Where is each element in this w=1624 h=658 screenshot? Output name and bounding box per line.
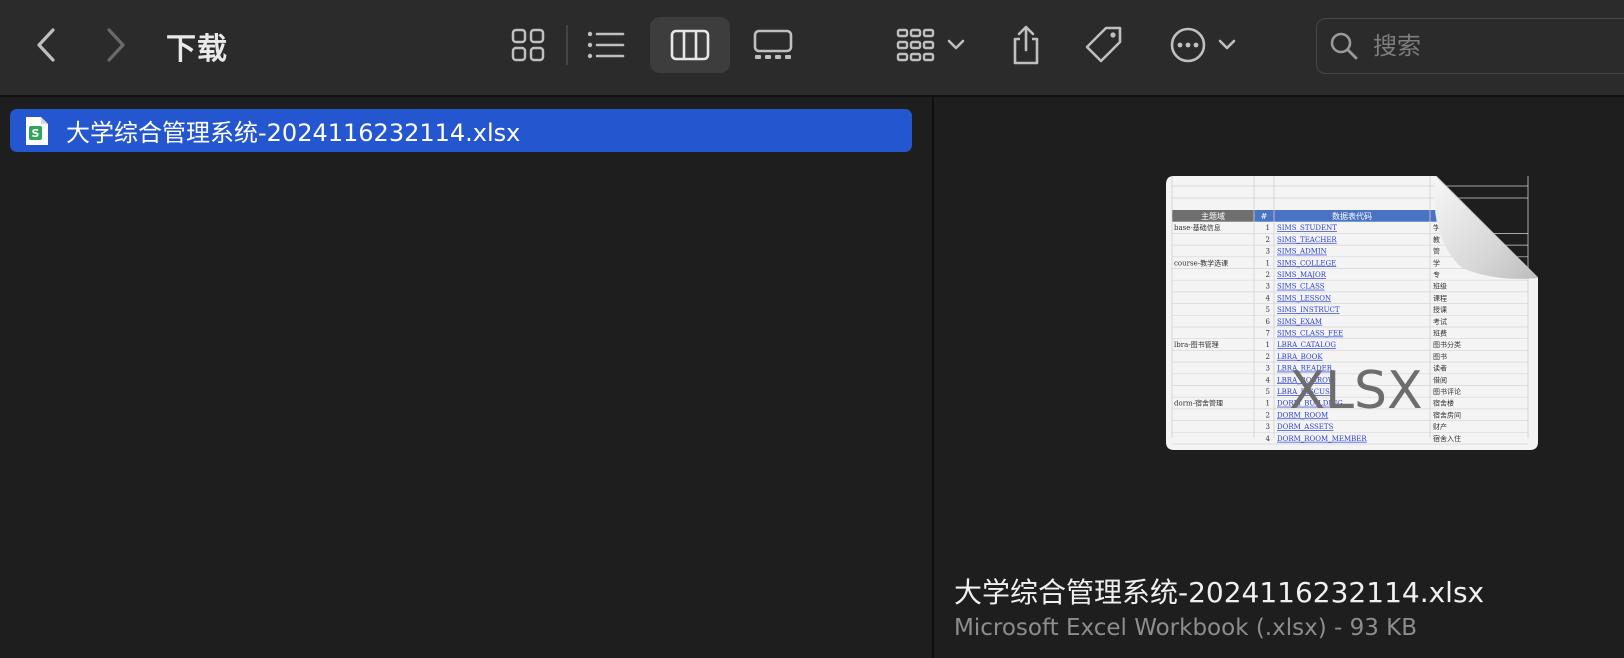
cell-desc: 教 [1433, 235, 1440, 244]
cell-number: 3 [1266, 283, 1270, 291]
svg-text:S: S [32, 127, 40, 140]
columns-icon [670, 29, 710, 61]
spreadsheet-preview: 主题域 # 数据表代码 base-基础信息 1 SIMS_STUDENT 学 2 SIMS_TE… [1166, 175, 1539, 450]
xlsx-badge: XLSX [1289, 361, 1422, 421]
cell-code: DORM_ROOM_MEMBER [1277, 435, 1367, 443]
back-button[interactable] [24, 20, 68, 70]
group-icon [896, 28, 935, 62]
cell-desc: 学 [1433, 258, 1440, 267]
header-label: # [1261, 212, 1268, 221]
search-icon [1330, 32, 1358, 60]
chevron-left-icon [37, 28, 55, 62]
toolbar-separator [566, 25, 568, 65]
finder-toolbar: 下载 [0, 0, 1624, 97]
cell-desc: 图书分类 [1433, 340, 1461, 349]
file-name-label: 大学综合管理系统-2024116232114.xlsx [66, 119, 521, 147]
cell-desc: 课程 [1433, 293, 1447, 302]
cell-code: SIMS_TEACHER [1277, 236, 1337, 244]
cell-desc: 宿舍楼 [1433, 399, 1454, 408]
preview-file-meta: Microsoft Excel Workbook (.xlsx) - 93 KB [954, 615, 1418, 641]
cell-desc: 考试 [1433, 317, 1447, 326]
cell-number: 3 [1266, 365, 1270, 373]
forward-button[interactable] [94, 20, 138, 70]
cell-code: SIMS_EXAM [1277, 318, 1322, 326]
cell-desc: 图书 [1433, 352, 1447, 361]
cell-number: 4 [1266, 376, 1271, 384]
gallery-view-button[interactable] [748, 22, 798, 68]
cell-number: 1 [1266, 259, 1270, 267]
search-field[interactable] [1316, 18, 1624, 74]
file-row-selected[interactable]: S 大学综合管理系统-2024116232114.xlsx [10, 109, 912, 152]
tag-button[interactable] [1082, 20, 1126, 70]
cell-code: LBRA_BOOK [1277, 353, 1323, 361]
preview-file-name: 大学综合管理系统-2024116232114.xlsx [954, 576, 1485, 609]
cell-domain: dorm-宿舍管理 [1174, 399, 1223, 408]
gallery-icon [753, 29, 793, 59]
cell-number: 5 [1266, 388, 1270, 396]
cell-code: SIMS_INSTRUCT [1277, 306, 1340, 314]
cell-number: 3 [1266, 423, 1270, 431]
cell-desc: 宿舍入住 [1433, 434, 1461, 443]
cell-desc: 授课 [1433, 305, 1447, 314]
cell-desc: 专 [1433, 270, 1440, 279]
group-by-button[interactable] [893, 20, 969, 70]
cell-number: 1 [1266, 400, 1270, 408]
cell-code: LBRA_CATALOG [1277, 341, 1336, 349]
cell-desc: 借阅 [1433, 375, 1447, 384]
header-label: 数据表代码 [1332, 211, 1372, 221]
cell-number: 3 [1266, 248, 1270, 256]
more-actions-button[interactable] [1166, 20, 1240, 70]
cell-code: DORM_ASSETS [1277, 423, 1334, 431]
cell-domain: course-教学选课 [1174, 258, 1228, 267]
cell-desc: 班级 [1433, 282, 1447, 291]
cell-number: 1 [1266, 224, 1270, 232]
cell-code: SIMS_COLLEGE [1277, 259, 1336, 267]
cell-number: 4 [1266, 294, 1271, 302]
cell-desc: 图书评论 [1433, 387, 1461, 396]
cell-desc: 管 [1433, 247, 1440, 256]
chevron-down-icon [1218, 39, 1236, 50]
preview-pane: 主题域 # 数据表代码 base-基础信息 1 SIMS_STUDENT 学 2 SIMS_TE… [934, 97, 1624, 658]
column-view-button[interactable] [650, 17, 730, 73]
cell-number: 2 [1266, 236, 1270, 244]
cell-code: SIMS_CLASS_FEE [1277, 330, 1343, 338]
chevron-right-icon [107, 28, 125, 62]
window-title: 下载 [166, 33, 228, 66]
ellipsis-circle-icon [1170, 27, 1206, 63]
search-input[interactable] [1371, 31, 1624, 61]
share-button[interactable] [1004, 18, 1048, 72]
cell-domain: base-基础信息 [1174, 223, 1221, 232]
cell-number: 5 [1266, 306, 1270, 314]
cell-code: SIMS_ADMIN [1277, 248, 1327, 256]
cell-desc: 宿舍房间 [1433, 410, 1461, 419]
icon-view-button[interactable] [506, 22, 550, 68]
share-icon [1013, 25, 1039, 65]
chevron-down-icon [947, 39, 965, 50]
cell-code: SIMS_CLASS [1277, 283, 1325, 291]
grid-icon [511, 28, 545, 62]
cell-desc: 财产 [1433, 422, 1447, 431]
cell-code: SIMS_MAJOR [1277, 271, 1327, 279]
cell-number: 2 [1266, 411, 1270, 419]
cell-number: 2 [1266, 353, 1270, 361]
list-icon [587, 31, 625, 59]
file-thumbnail: 主题域 # 数据表代码 base-基础信息 1 SIMS_STUDENT 学 2 SIMS_TE… [1166, 175, 1539, 450]
cell-desc: 班费 [1433, 329, 1447, 338]
cell-number: 1 [1266, 341, 1270, 349]
cell-number: 2 [1266, 271, 1270, 279]
cell-number: 4 [1266, 435, 1271, 443]
xlsx-file-icon: S [26, 116, 48, 145]
header-label: 主题域 [1201, 211, 1225, 221]
cell-number: 7 [1266, 330, 1270, 338]
cell-code: SIMS_LESSON [1277, 294, 1331, 302]
tag-icon [1085, 26, 1122, 63]
cell-desc: 读者 [1433, 364, 1447, 373]
column-browser: S 大学综合管理系统-2024116232114.xlsx [0, 97, 932, 658]
cell-domain: lbra-图书管理 [1174, 340, 1219, 349]
cell-number: 6 [1266, 318, 1271, 326]
cell-code: SIMS_STUDENT [1277, 224, 1337, 232]
list-view-button[interactable] [584, 22, 628, 68]
